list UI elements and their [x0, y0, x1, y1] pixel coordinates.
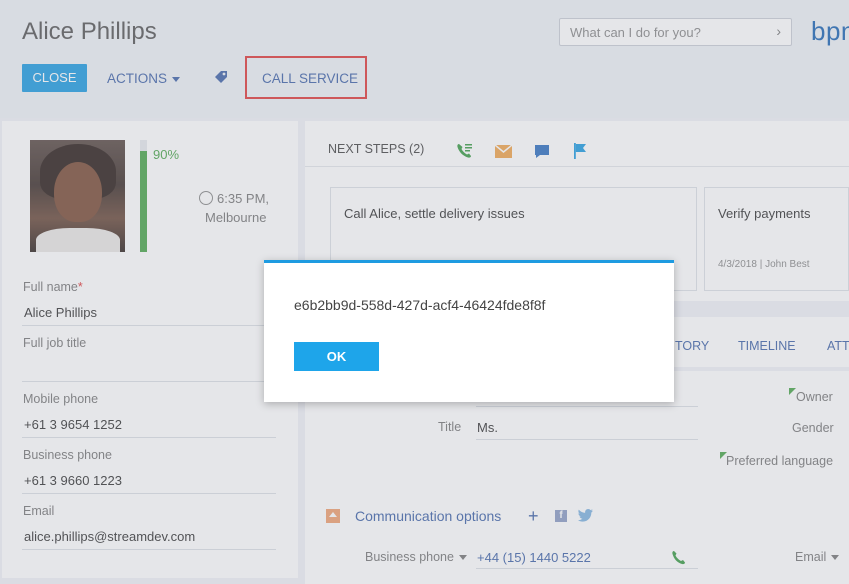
dialog-message: e6b2bb9d-558d-427d-acf4-46424fde8f8f	[294, 297, 546, 313]
message-dialog: e6b2bb9d-558d-427d-acf4-46424fde8f8f OK	[264, 260, 674, 402]
ok-button[interactable]: OK	[294, 342, 379, 371]
